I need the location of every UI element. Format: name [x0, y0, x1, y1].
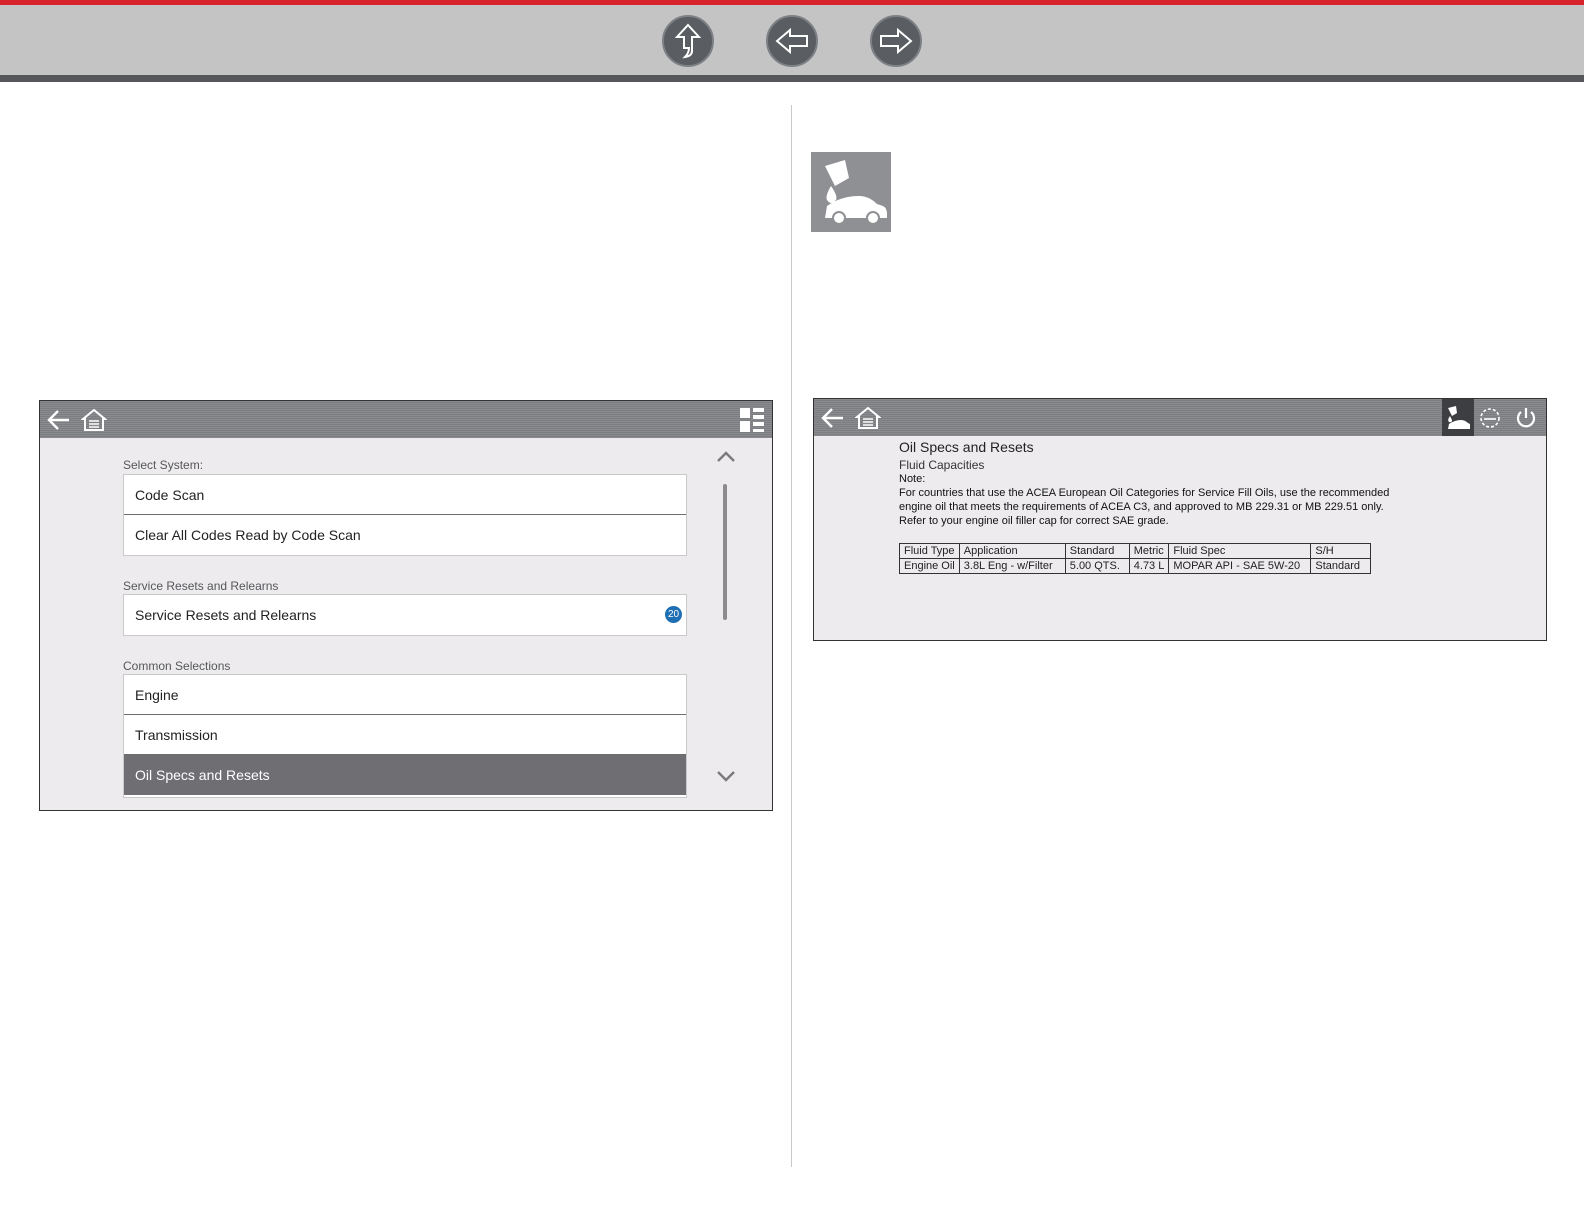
page-title: Oil Specs and Resets [899, 439, 1034, 455]
list-item-clear-all-codes[interactable]: Clear All Codes Read by Code Scan [124, 515, 686, 555]
column-header: Application [958, 543, 1066, 559]
select-system-list: Code Scan Clear All Codes Read by Code S… [123, 474, 687, 556]
table-header-row: Fluid Type Application Standard Metric F… [899, 543, 1372, 559]
note-text: Note: For countries that use the ACEA Eu… [899, 472, 1459, 528]
forward-button[interactable] [870, 15, 922, 67]
column-header: Metric [1128, 543, 1170, 559]
oil-specs-screen: Oil Specs and Resets Fluid Capacities No… [813, 398, 1547, 641]
table-cell: 3.8L Eng - w/Filter [958, 558, 1066, 574]
section-label-common-selections: Common Selections [123, 659, 231, 673]
column-header: S/H [1310, 543, 1372, 559]
note-line: engine oil that meets the requirements o… [899, 501, 1384, 513]
table-cell: Engine Oil [899, 558, 960, 574]
top-accent-stripe [0, 0, 1584, 5]
home-icon[interactable] [80, 406, 108, 434]
list-item-label: Service Resets and Relearns [135, 607, 317, 623]
list-item-engine[interactable]: Engine [124, 675, 686, 715]
list-item-code-scan[interactable]: Code Scan [124, 475, 686, 515]
section-label-select-system: Select System: [123, 458, 204, 472]
table-row: Engine Oil 3.8L Eng - w/Filter 5.00 QTS.… [899, 558, 1372, 574]
column-header: Standard [1064, 543, 1130, 559]
chevron-down-icon[interactable] [716, 769, 736, 783]
column-divider [791, 105, 792, 1167]
page-subtitle: Fluid Capacities [899, 458, 985, 472]
back-arrow-icon[interactable] [818, 404, 846, 432]
up-button[interactable] [662, 15, 714, 67]
fluid-capacities-table: Fluid Type Application Standard Metric F… [899, 543, 1372, 574]
note-line: For countries that use the ACEA European… [899, 487, 1390, 499]
left-arrow-icon [775, 27, 808, 55]
column-header: Fluid Type [899, 543, 960, 559]
note-label: Note: [899, 473, 926, 485]
screen-header [814, 399, 1546, 436]
scrollbar[interactable] [723, 484, 727, 620]
back-arrow-icon[interactable] [44, 406, 72, 434]
table-cell: 4.73 L [1128, 558, 1170, 574]
screen-header [40, 401, 772, 438]
note-line: Refer to your engine oil filler cap for … [899, 515, 1169, 527]
back-button[interactable] [766, 15, 818, 67]
top-bottom-stripe [0, 75, 1584, 82]
list-item-service-resets[interactable]: Service Resets and Relearns 20 [124, 595, 686, 635]
vehicle-icon[interactable] [1476, 404, 1504, 432]
system-select-screen: Select System: Code Scan Clear All Codes… [39, 400, 773, 811]
section-label-service-resets: Service Resets and Relearns [123, 579, 279, 593]
top-nav-bar [0, 0, 1584, 82]
power-icon[interactable] [1512, 404, 1540, 432]
table-cell: MOPAR API - SAE 5W-20 [1168, 558, 1312, 574]
service-resets-list: Service Resets and Relearns 20 [123, 594, 687, 636]
column-header: Fluid Spec [1168, 543, 1312, 559]
table-cell: Standard [1310, 558, 1372, 574]
table-cell: 5.00 QTS. [1064, 558, 1130, 574]
view-toggle-icon[interactable] [738, 406, 766, 434]
common-selections-list: Engine Transmission Oil Specs and Resets [123, 674, 687, 798]
oil-specs-icon [811, 152, 891, 232]
count-badge: 20 [665, 606, 682, 623]
list-item-transmission[interactable]: Transmission [124, 715, 686, 755]
list-item-oil-specs[interactable]: Oil Specs and Resets [124, 755, 686, 795]
home-icon[interactable] [854, 404, 882, 432]
chevron-up-icon[interactable] [716, 449, 736, 463]
oil-car-icon[interactable] [1442, 399, 1474, 436]
up-arrow-icon [674, 23, 702, 59]
right-arrow-icon [880, 27, 913, 55]
